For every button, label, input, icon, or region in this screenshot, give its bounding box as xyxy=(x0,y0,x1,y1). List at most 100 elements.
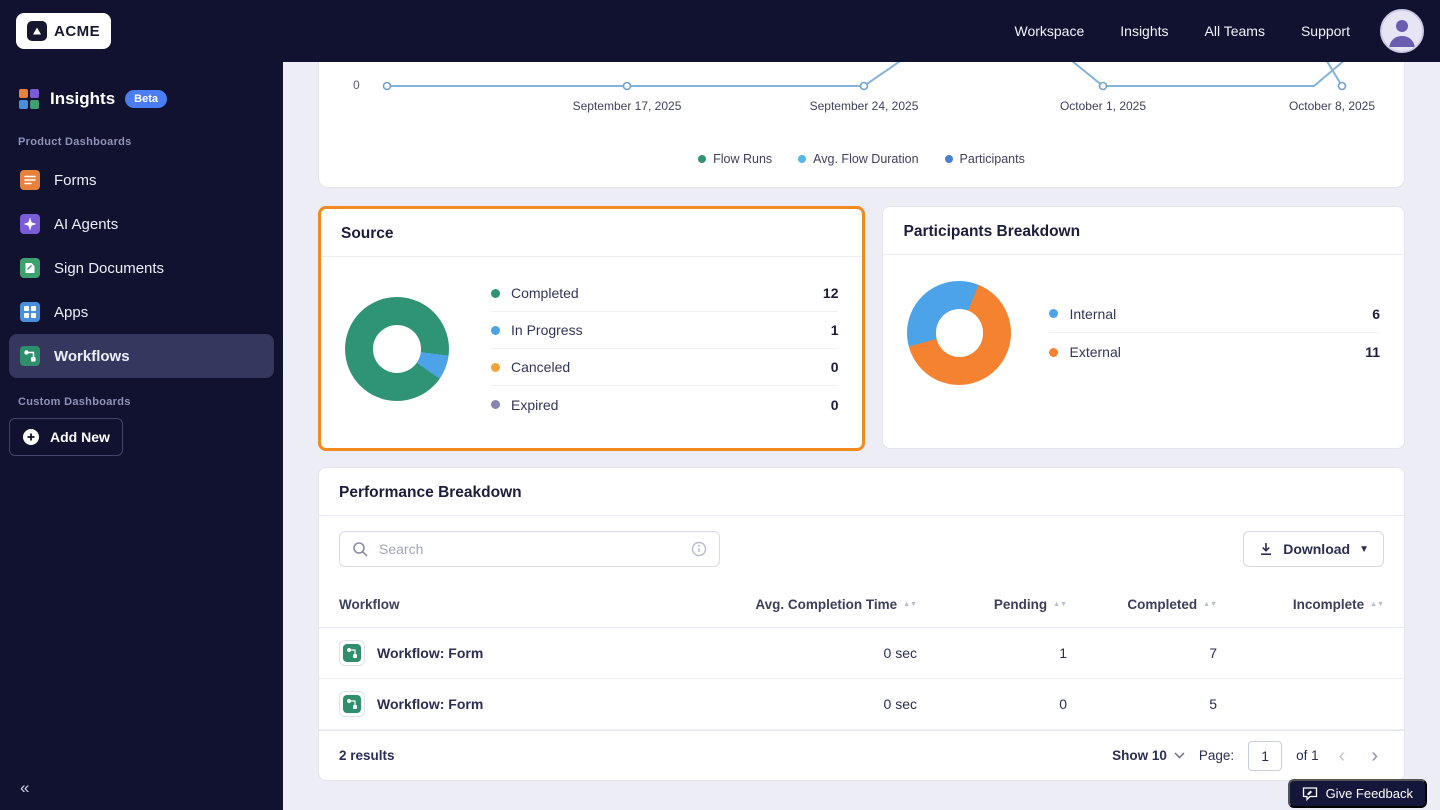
participants-card-body: Internal 6 External 11 xyxy=(883,255,1404,403)
give-feedback-button[interactable]: Give Feedback xyxy=(1287,779,1427,808)
user-avatar[interactable] xyxy=(1380,9,1424,53)
download-button[interactable]: Download ▼ xyxy=(1243,531,1384,567)
legend-row-internal[interactable]: Internal 6 xyxy=(1049,295,1380,333)
legend-row-canceled[interactable]: Canceled 0 xyxy=(491,349,839,386)
legend-value: 6 xyxy=(1372,305,1380,322)
feedback-label: Give Feedback xyxy=(1325,786,1413,801)
legend-avg-flow-duration[interactable]: Avg. Flow Duration xyxy=(798,152,919,166)
x-axis-label: September 17, 2025 xyxy=(572,99,682,113)
x-axis-label: September 24, 2025 xyxy=(809,99,919,113)
download-icon xyxy=(1261,543,1272,555)
person-icon xyxy=(1382,11,1422,51)
legend-value: 0 xyxy=(830,396,839,413)
source-legend: Completed 12 In Progress 1 Canceled 0 Ex… xyxy=(491,275,839,423)
table-footer: 2 results Show 10 Page: of 1 ‹ › xyxy=(319,730,1404,780)
sidebar-item-sign-documents[interactable]: Sign Documents xyxy=(9,246,274,290)
sidebar-item-ai-agents[interactable]: AI Agents xyxy=(9,202,274,246)
legend-flow-runs[interactable]: Flow Runs xyxy=(698,152,772,166)
workflows-icon xyxy=(343,695,361,713)
main-content: 0 September 17, 2025 September 24, 2025 … xyxy=(283,62,1440,810)
legend-row-in-progress[interactable]: In Progress 1 xyxy=(491,312,839,349)
workflow-cell: Workflow: Form xyxy=(339,640,687,666)
column-workflow: Workflow xyxy=(339,597,400,612)
column-incomplete: Incomplete ▲▼ xyxy=(1292,597,1384,612)
nav-workspace[interactable]: Workspace xyxy=(1014,23,1084,39)
add-new-button[interactable]: Add New xyxy=(9,418,123,456)
chevron-down-icon: ▼ xyxy=(1359,543,1369,555)
workflow-icon-box xyxy=(339,691,365,717)
performance-title: Performance Breakdown xyxy=(339,484,522,501)
sort-icon[interactable]: ▲▼ xyxy=(1203,601,1217,608)
legend-dot xyxy=(491,288,500,298)
table-row[interactable]: Workflow: Form 0 sec 1 7 xyxy=(319,628,1404,679)
pending-value: 0 xyxy=(1059,696,1067,712)
avg-completion-value: 0 sec xyxy=(883,645,917,661)
show-label: Show 10 xyxy=(1112,748,1167,763)
table-row[interactable]: Workflow: Form 0 sec 0 5 xyxy=(319,679,1404,730)
legend-value: 0 xyxy=(830,359,839,375)
participants-breakdown-card: Participants Breakdown Internal 6 Extern… xyxy=(882,206,1405,449)
page-of-label: of 1 xyxy=(1296,748,1319,763)
legend-dot xyxy=(1049,309,1059,318)
ai-agents-icon xyxy=(20,214,40,234)
acme-logo-icon xyxy=(27,21,47,41)
insights-logo-icon xyxy=(19,89,39,109)
workflows-icon xyxy=(343,644,361,662)
sidebar-item-label: AI Agents xyxy=(54,215,119,233)
performance-toolbar: Download ▼ xyxy=(319,516,1404,582)
source-card-body: Completed 12 In Progress 1 Canceled 0 Ex… xyxy=(321,257,862,441)
show-per-page-select[interactable]: Show 10 xyxy=(1112,748,1185,763)
next-page-button[interactable]: › xyxy=(1365,746,1384,766)
column-completed: Completed ▲▼ xyxy=(1127,597,1217,612)
legend-row-expired[interactable]: Expired 0 xyxy=(491,386,838,423)
table-header-row: Workflow Avg. Completion Time ▲▼ Pending ▲… xyxy=(319,582,1404,628)
source-card: Source Completed 12 In Progress 1 Cancel… xyxy=(318,206,866,451)
plus-circle-icon xyxy=(23,429,39,445)
legend-dot xyxy=(698,155,707,163)
sidebar-item-label: Apps xyxy=(54,303,89,321)
performance-breakdown-card: Performance Breakdown Download ▼ Workflo… xyxy=(318,467,1405,781)
sidebar-item-label: Workflows xyxy=(54,347,130,365)
pagination-controls: Show 10 Page: of 1 ‹ › xyxy=(1112,740,1384,771)
search-input[interactable] xyxy=(377,540,682,558)
legend-participants[interactable]: Participants xyxy=(944,152,1025,166)
participants-donut-chart[interactable] xyxy=(907,281,1012,385)
page-label: Page: xyxy=(1198,748,1235,763)
nav-all-teams[interactable]: All Teams xyxy=(1205,23,1265,39)
brand-name: ACME xyxy=(54,22,101,40)
sidebar-item-workflows[interactable]: Workflows xyxy=(9,334,274,378)
trend-chart-card: 0 September 17, 2025 September 24, 2025 … xyxy=(318,62,1405,188)
sidebar-item-apps[interactable]: Apps xyxy=(9,290,274,334)
page-number-input[interactable] xyxy=(1248,740,1283,771)
sidebar-collapse-icon[interactable]: « xyxy=(20,778,29,798)
participants-card-header: Participants Breakdown xyxy=(883,207,1404,255)
legend-row-completed[interactable]: Completed 12 xyxy=(491,275,839,312)
legend-row-external[interactable]: External 11 xyxy=(1049,333,1380,371)
sidebar-header: Insights Beta xyxy=(9,88,274,110)
nav-insights[interactable]: Insights xyxy=(1120,23,1168,39)
sort-icon[interactable]: ▲▼ xyxy=(1370,601,1384,608)
sort-icon[interactable]: ▲▼ xyxy=(903,601,917,608)
legend-value: 1 xyxy=(830,322,839,338)
search-box[interactable] xyxy=(339,531,720,567)
nav-support[interactable]: Support xyxy=(1301,23,1350,39)
legend-value: 12 xyxy=(822,285,839,301)
sidebar-item-forms[interactable]: Forms xyxy=(9,158,274,202)
legend-label: Completed xyxy=(511,285,579,301)
previous-page-button[interactable]: ‹ xyxy=(1333,746,1352,766)
source-donut-chart[interactable] xyxy=(345,297,449,401)
acme-logo[interactable]: ACME xyxy=(16,13,112,49)
sidebar-item-label: Sign Documents xyxy=(54,259,165,277)
trend-line-chart[interactable] xyxy=(319,62,1404,126)
download-label: Download xyxy=(1283,541,1351,557)
info-icon[interactable] xyxy=(691,541,707,557)
legend-dot xyxy=(944,155,953,163)
source-title: Source xyxy=(341,225,394,242)
sort-icon[interactable]: ▲▼ xyxy=(1053,601,1067,608)
workflow-name: Workflow: Form xyxy=(377,696,484,712)
legend-label: Canceled xyxy=(511,359,571,375)
workflow-name: Workflow: Form xyxy=(377,645,484,661)
x-axis-label: October 8, 2025 xyxy=(1288,99,1376,113)
completed-value: 7 xyxy=(1209,645,1217,661)
apps-icon xyxy=(20,302,40,322)
